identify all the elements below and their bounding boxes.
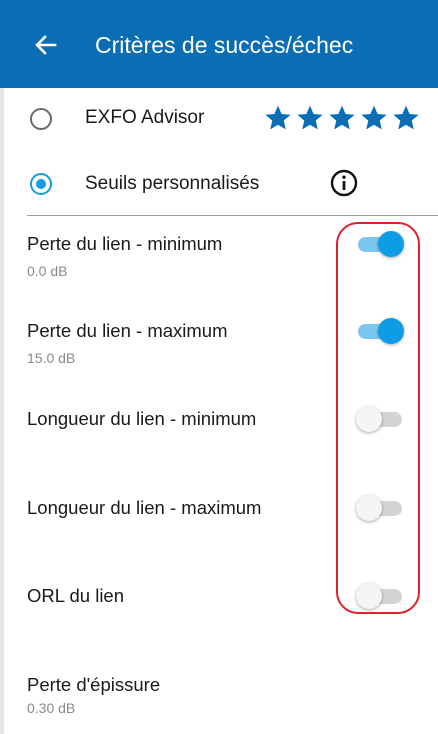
toggle-link-orl[interactable] bbox=[356, 581, 404, 611]
star-icon bbox=[329, 105, 355, 130]
setting-splice-loss[interactable]: Perte d'épissure 0.30 dB bbox=[27, 674, 160, 716]
star-icon bbox=[297, 105, 323, 130]
arrow-left-icon[interactable] bbox=[34, 33, 58, 57]
setting-link-orl: ORL du lien bbox=[27, 585, 124, 607]
setting-link-loss-min: Perte du lien - minimum 0.0 dB bbox=[27, 233, 222, 279]
setting-label: Perte du lien - minimum bbox=[27, 233, 223, 254]
rating-stars bbox=[263, 104, 421, 132]
setting-label: Perte d'épissure bbox=[27, 674, 161, 695]
radio-exfo-advisor[interactable] bbox=[30, 108, 52, 130]
star-icon bbox=[265, 105, 291, 130]
setting-value: 0.0 dB bbox=[27, 263, 68, 279]
option-label: Seuils personnalisés bbox=[85, 173, 260, 194]
radio-selected-dot bbox=[36, 179, 46, 189]
toggle-link-length-min[interactable] bbox=[356, 404, 404, 434]
setting-link-length-min: Longueur du lien - minimum bbox=[27, 408, 256, 430]
setting-label: ORL du lien bbox=[27, 585, 125, 606]
setting-label: Longueur du lien - minimum bbox=[27, 408, 257, 429]
radio-custom-thresholds[interactable] bbox=[30, 173, 52, 195]
option-label: EXFO Advisor bbox=[85, 107, 205, 128]
setting-link-length-max: Longueur du lien - maximum bbox=[27, 497, 261, 519]
star-icon bbox=[361, 105, 387, 130]
page-title: Critères de succès/échec bbox=[95, 32, 354, 58]
left-edge-divider bbox=[0, 88, 4, 734]
option-exfo-advisor[interactable]: EXFO Advisor bbox=[30, 99, 204, 139]
setting-value: 0.30 dB bbox=[27, 700, 76, 716]
section-divider bbox=[27, 215, 438, 216]
toggle-link-length-max[interactable] bbox=[356, 493, 404, 523]
info-icon[interactable] bbox=[330, 169, 358, 197]
option-custom-thresholds[interactable]: Seuils personnalisés bbox=[30, 164, 259, 204]
setting-label: Longueur du lien - maximum bbox=[27, 497, 262, 518]
toggle-link-loss-min[interactable] bbox=[356, 229, 404, 259]
setting-value: 15.0 dB bbox=[27, 350, 76, 366]
star-icon bbox=[393, 105, 419, 130]
toggle-link-loss-max[interactable] bbox=[356, 316, 404, 346]
setting-label: Perte du lien - maximum bbox=[27, 320, 228, 341]
setting-link-loss-max: Perte du lien - maximum 15.0 dB bbox=[27, 320, 227, 366]
app-bar: Critères de succès/échec bbox=[0, 0, 438, 88]
